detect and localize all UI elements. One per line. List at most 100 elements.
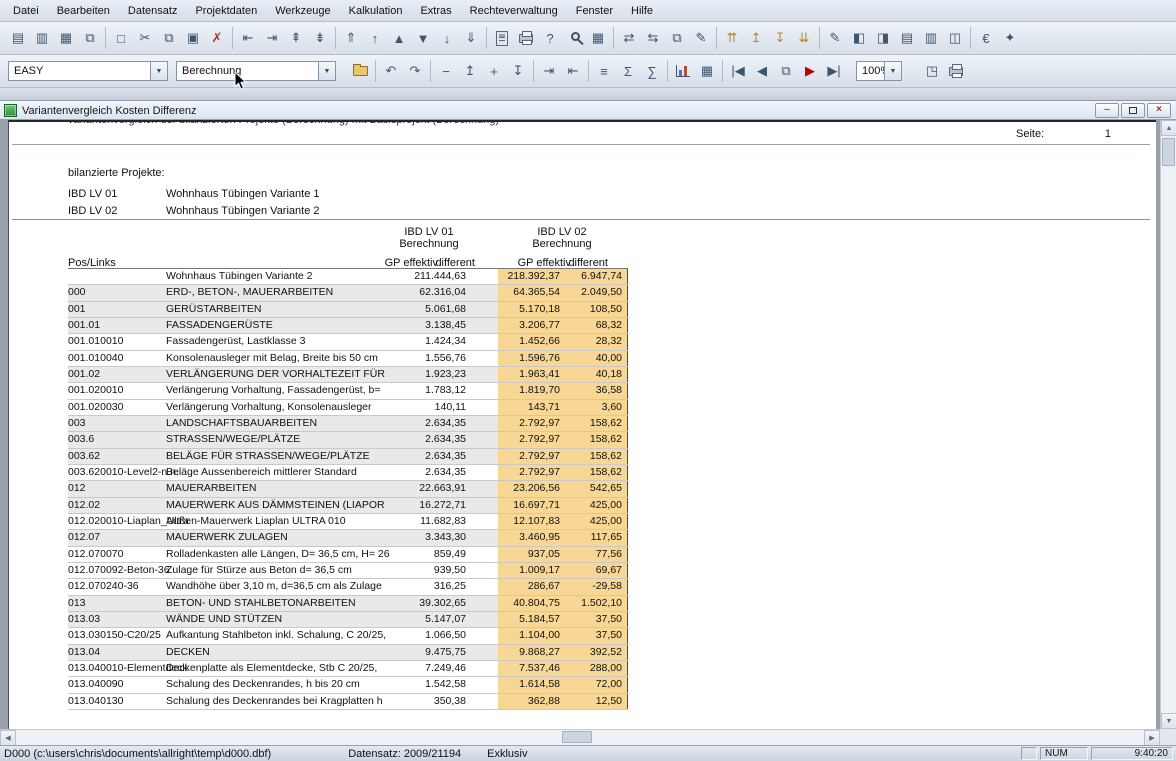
paste-icon[interactable]: ▣ (181, 26, 205, 50)
report-page: Variantenvergleich der bilanzierten Proj… (8, 120, 1156, 729)
help-icon[interactable]: ? (538, 26, 562, 50)
chevron-down-icon[interactable]: ▼ (150, 62, 167, 80)
horizontal-scrollbar[interactable]: ◀ ▶ (0, 729, 1160, 745)
insert-above-icon[interactable]: ↥ (458, 59, 482, 83)
first-record-icon[interactable]: |◀ (726, 59, 750, 83)
minimize-button[interactable]: – (1095, 103, 1119, 118)
vertical-scrollbar-thumb[interactable] (1162, 138, 1175, 166)
page-new-icon[interactable]: □ (109, 26, 133, 50)
menu-item-rechteverwaltung[interactable]: Rechteverwaltung (461, 2, 567, 20)
download-all-icon[interactable]: ⇊ (792, 26, 816, 50)
report-pages-icon[interactable]: ⧉ (78, 26, 102, 50)
outdent-icon[interactable]: ⇤ (561, 59, 585, 83)
cut-icon[interactable]: ✂ (133, 26, 157, 50)
horizontal-scrollbar-thumb[interactable] (562, 731, 592, 743)
scroll-down-button[interactable]: ▼ (1161, 713, 1176, 729)
grid-icon[interactable]: ▦ (695, 59, 719, 83)
menu-item-hilfe[interactable]: Hilfe (622, 2, 662, 20)
clipped-report-title: Variantenvergleich der bilanzierten Proj… (67, 122, 967, 127)
table-icon[interactable]: ▦ (586, 26, 610, 50)
list-icon[interactable]: ≡ (592, 59, 616, 83)
close-button[interactable]: × (1147, 103, 1171, 118)
cell-desc: LANDSCHAFTSBAUARBEITEN (166, 417, 317, 429)
delete-icon[interactable]: ✗ (205, 26, 229, 50)
cell-different: 425,00 (590, 515, 622, 527)
edit-icon[interactable]: ✎ (823, 26, 847, 50)
data-import-icon[interactable]: ⇄ (617, 26, 641, 50)
indent-icon[interactable]: ⇥ (537, 59, 561, 83)
menu-item-extras[interactable]: Extras (411, 2, 460, 20)
outline-promote-icon[interactable]: ⇤ (236, 26, 260, 50)
scroll-left-button[interactable]: ◀ (0, 730, 16, 746)
report-image-icon[interactable]: ▦ (54, 26, 78, 50)
print-icon[interactable] (514, 26, 538, 50)
menu-item-fenster[interactable]: Fenster (567, 2, 622, 20)
menu-item-werkzeuge[interactable]: Werkzeuge (266, 2, 339, 20)
cell-gp-lv2: 64.365,54 (513, 286, 560, 298)
cell-gp-lv2: 3.206,77 (519, 319, 560, 331)
data-export-icon[interactable]: ⇆ (641, 26, 665, 50)
vertical-scrollbar[interactable]: ▲ ▼ (1160, 120, 1176, 729)
menu-item-datensatz[interactable]: Datensatz (119, 2, 187, 20)
table-edit-icon[interactable]: ✎ (689, 26, 713, 50)
column-header-lv2: IBD LV 02 Berechnung (512, 226, 612, 250)
insert-below-icon[interactable]: ↧ (506, 59, 530, 83)
scroll-right-button[interactable]: ▶ (1144, 730, 1160, 746)
upload-all-icon[interactable]: ↥ (744, 26, 768, 50)
outline-up-icon[interactable]: ⇞ (284, 26, 308, 50)
menu-item-datei[interactable]: Datei (4, 2, 48, 20)
report-open-icon[interactable]: ▥ (30, 26, 54, 50)
statistics-icon[interactable] (671, 59, 695, 83)
db-lock-icon[interactable]: ◧ (847, 26, 871, 50)
upload-icon[interactable]: ⇈ (720, 26, 744, 50)
outline-down-icon[interactable]: ⇟ (308, 26, 332, 50)
mdi-window-titlebar[interactable]: Variantenvergleich Kosten Differenz – × (0, 101, 1176, 120)
undo-icon[interactable]: ↶ (379, 59, 403, 83)
menu-item-bearbeiten[interactable]: Bearbeiten (48, 2, 119, 20)
step-up-icon[interactable]: ▲ (387, 26, 411, 50)
report-design-icon[interactable]: ▤ (6, 26, 30, 50)
sum-icon[interactable]: ∑ (640, 59, 664, 83)
move-down-icon[interactable]: ↓ (435, 26, 459, 50)
calculator-icon[interactable] (490, 26, 514, 50)
page-preview-icon[interactable]: ◳ (920, 59, 944, 83)
prev-record-icon[interactable]: ◀ (750, 59, 774, 83)
cell-pos: 003.6 (68, 433, 94, 445)
jump-last-icon[interactable]: ⇓ (459, 26, 483, 50)
restore-button[interactable] (1121, 103, 1145, 118)
outline-demote-icon[interactable]: ⇥ (260, 26, 284, 50)
cell-desc: MAUERWERK ZULAGEN (166, 531, 288, 543)
record-pages-icon[interactable]: ⧉ (774, 59, 798, 83)
add-row-icon[interactable]: + (482, 59, 506, 83)
menu-item-kalkulation[interactable]: Kalkulation (340, 2, 412, 20)
archive-icon[interactable]: ▤ (895, 26, 919, 50)
move-up-icon[interactable]: ↑ (363, 26, 387, 50)
search-icon[interactable] (562, 26, 586, 50)
chevron-down-icon[interactable]: ▼ (318, 62, 335, 80)
cell-gp-lv2: 2.792,97 (519, 417, 560, 429)
print-page-icon[interactable] (944, 59, 968, 83)
zoom-combobox[interactable]: 100% ▼ (856, 61, 902, 81)
mode-combobox[interactable]: Berechnung ▼ (176, 61, 336, 81)
menu-item-projektdaten[interactable]: Projektdaten (186, 2, 266, 20)
subtotal-icon[interactable]: Σ (616, 59, 640, 83)
redo-icon[interactable]: ↷ (403, 59, 427, 83)
jump-first-icon[interactable]: ⇑ (339, 26, 363, 50)
tools-icon[interactable]: ✦ (998, 26, 1022, 50)
profile-combobox[interactable]: EASY ▼ (8, 61, 168, 81)
window-icon[interactable]: ◫ (943, 26, 967, 50)
step-down-icon[interactable]: ▼ (411, 26, 435, 50)
last-record-icon[interactable]: ▶| (822, 59, 846, 83)
table-copy-icon[interactable]: ⧉ (665, 26, 689, 50)
scroll-up-button[interactable]: ▲ (1161, 120, 1176, 136)
start-icon[interactable]: ▶ (798, 59, 822, 83)
chevron-down-icon[interactable]: ▼ (884, 62, 901, 80)
cell-desc: Fassadengerüst, Lastklasse 3 (166, 335, 306, 347)
db-unlock-icon[interactable]: ◨ (871, 26, 895, 50)
copy-icon[interactable]: ⧉ (157, 26, 181, 50)
download-icon[interactable]: ↧ (768, 26, 792, 50)
open-icon[interactable] (348, 59, 372, 83)
cassette-icon[interactable]: ▥ (919, 26, 943, 50)
euro-icon[interactable]: € (974, 26, 998, 50)
remove-row-icon[interactable]: − (434, 59, 458, 83)
